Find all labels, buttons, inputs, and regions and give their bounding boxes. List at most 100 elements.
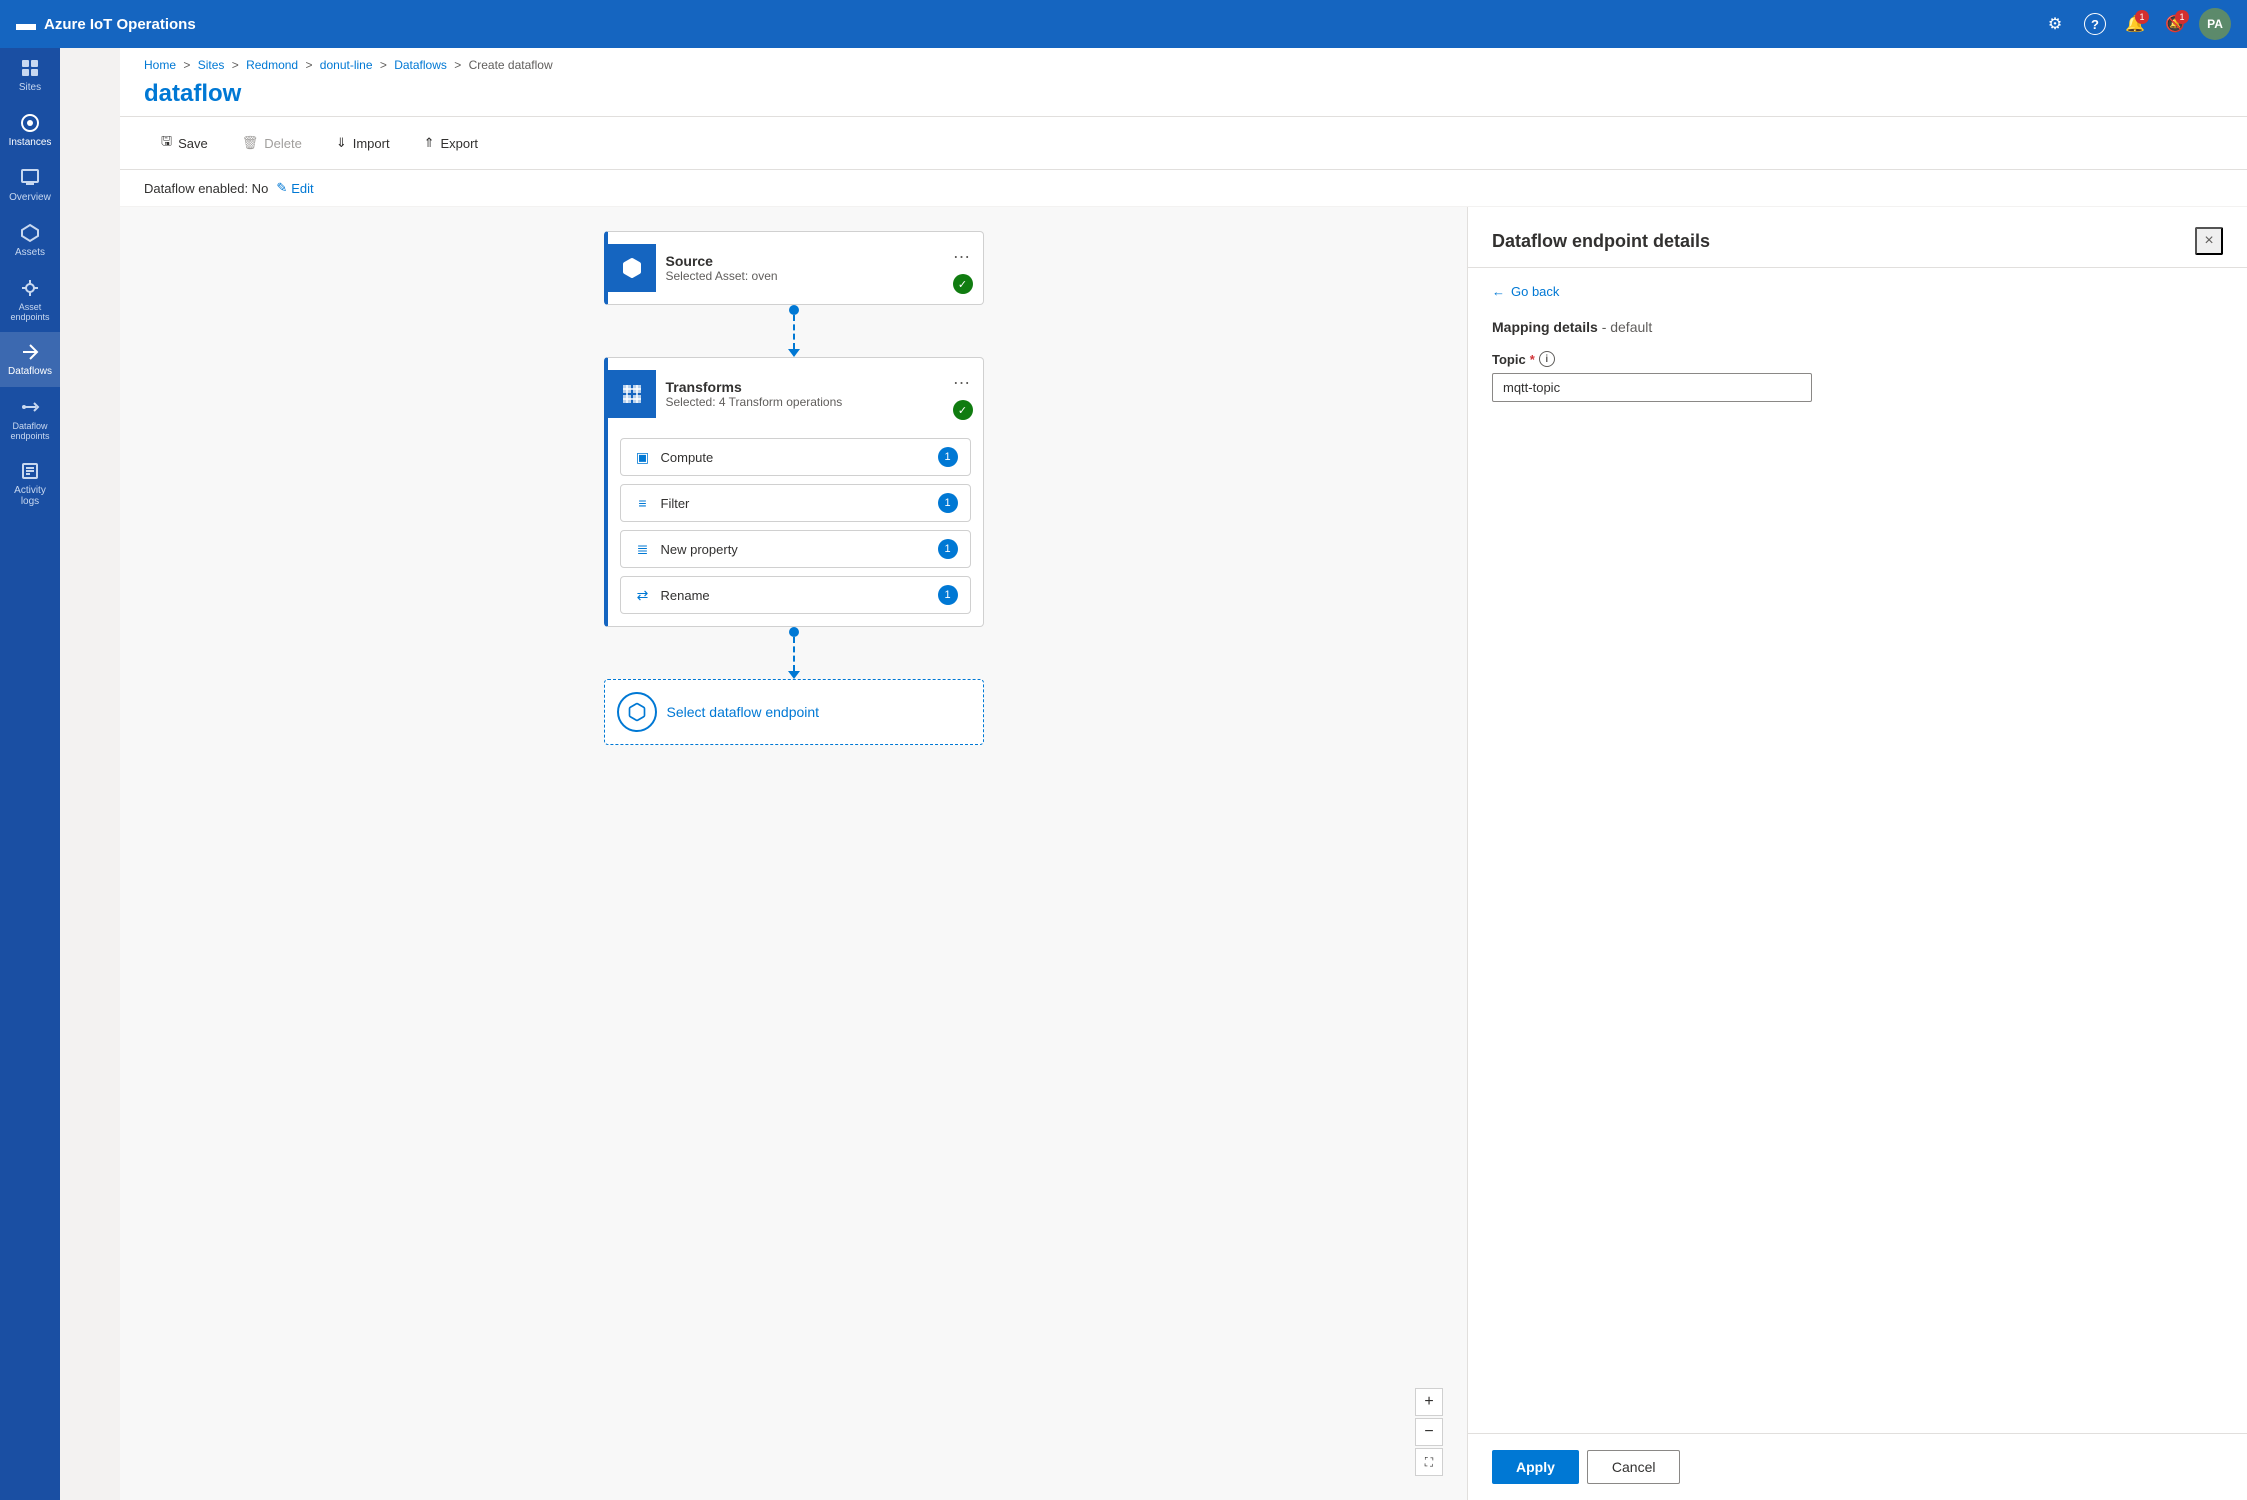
toolbar: 🖫 Save 🗑 Delete ⇓ Import ⇑ Export [120,116,2247,170]
filter-icon: ≡ [633,493,653,513]
transforms-node[interactable]: Transforms Selected: 4 Transform operati… [604,357,984,627]
source-node[interactable]: Source Selected Asset: oven … ✓ [604,231,984,305]
connector-arrow-2 [788,671,800,679]
sites-icon [20,58,40,78]
sidebar-item-activity-logs[interactable]: Activity logs [0,451,60,517]
flow-canvas[interactable]: Source Selected Asset: oven … ✓ [120,207,1467,1500]
connector-1 [788,305,800,357]
assets-icon [20,223,40,243]
transform-item-rename[interactable]: ⇄ Rename 1 [620,576,971,614]
alerts-button[interactable]: 🔕 1 [2159,8,2191,40]
source-node-icon [620,256,644,280]
go-back-label: Go back [1511,284,1559,299]
apply-button[interactable]: Apply [1492,1450,1579,1484]
connector-2 [788,627,800,679]
transforms-node-subtitle: Selected: 4 Transform operations [666,395,843,409]
edit-button[interactable]: ✎ Edit [276,180,313,196]
sidebar-label-dataflows: Dataflows [8,366,52,377]
sidebar-label-instances: Instances [9,137,52,148]
topic-field: Topic * i [1492,351,2223,402]
compute-badge: 1 [938,447,958,467]
endpoint-icon-box [617,692,657,732]
panel-footer: Apply Cancel [1468,1433,2247,1500]
transforms-node-icon [620,382,644,406]
sidebar-item-asset-endpoints[interactable]: Asset endpoints [0,268,60,332]
save-button[interactable]: 🖫 Save [144,125,225,161]
breadcrumb-donut-line[interactable]: donut-line [320,58,373,72]
required-star: * [1530,352,1535,367]
transforms-node-title: Transforms [666,379,843,395]
topic-label: Topic * i [1492,351,2223,367]
sidebar-label-asset-endpoints: Asset endpoints [4,302,56,322]
source-node-text: Source Selected Asset: oven [666,253,778,283]
user-avatar[interactable]: PA [2199,8,2231,40]
breadcrumb-redmond[interactable]: Redmond [246,58,298,72]
app-logo-icon: ▬ [16,13,36,36]
alert-badge: 1 [2175,10,2189,24]
cancel-button[interactable]: Cancel [1587,1450,1681,1484]
transform-items: ▣ Compute 1 ≡ Filter 1 [608,430,983,626]
import-label: Import [353,136,390,151]
transforms-icon-box [608,370,656,418]
new-property-badge: 1 [938,539,958,559]
topic-input[interactable] [1492,373,1812,402]
transforms-node-menu[interactable]: … [953,368,973,389]
overview-icon [20,168,40,188]
sidebar-item-sites[interactable]: Sites [0,48,60,103]
help-button[interactable]: ? [2079,8,2111,40]
app-title: Azure IoT Operations [44,16,196,33]
import-button[interactable]: ⇓ Import [319,128,407,158]
transform-item-filter[interactable]: ≡ Filter 1 [620,484,971,522]
transform-item-new-property[interactable]: ≣ New property 1 [620,530,971,568]
go-back-icon: ← [1492,284,1505,299]
help-icon: ? [2084,13,2106,35]
delete-label: Delete [264,136,302,151]
sidebar-item-instances[interactable]: Instances [0,103,60,158]
compute-label: Compute [661,450,714,465]
settings-button[interactable]: ⚙ [2039,8,2071,40]
connector-dot-1 [789,305,799,315]
breadcrumb-sites[interactable]: Sites [198,58,225,72]
export-button[interactable]: ⇑ Export [407,128,495,158]
rename-icon: ⇄ [633,585,653,605]
go-back-button[interactable]: ← Go back [1492,284,2223,299]
dataflow-endpoints-icon [20,397,40,417]
dataflow-enabled-bar: Dataflow enabled: No ✎ Edit [120,170,2247,207]
zoom-out-button[interactable]: − [1415,1418,1443,1446]
filter-label: Filter [661,496,690,511]
sidebar-item-dataflow-endpoints[interactable]: Dataflow endpoints [0,387,60,451]
sidebar-label-dataflow-endpoints: Dataflow endpoints [4,421,56,441]
flow-nodes: Source Selected Asset: oven … ✓ [604,231,984,745]
delete-button[interactable]: 🗑 Delete [225,128,319,158]
panel-body: ← Go back Mapping details - default Topi… [1468,268,2247,1433]
dataflows-icon [20,342,40,362]
panel-header: Dataflow endpoint details × [1468,207,2247,268]
save-icon: 🖫 [161,132,172,154]
sidebar-item-assets[interactable]: Assets [0,213,60,268]
edit-icon: ✎ [276,180,287,196]
panel-title: Dataflow endpoint details [1492,231,1710,252]
section-title: Mapping details [1492,319,1598,335]
activity-logs-icon [20,461,40,481]
endpoint-node-header: Select dataflow endpoint [605,680,983,744]
breadcrumb-dataflows[interactable]: Dataflows [394,58,447,72]
source-node-menu[interactable]: … [953,242,973,263]
notifications-button[interactable]: 🔔 1 [2119,8,2151,40]
export-label: Export [440,136,478,151]
fit-button[interactable]: ⛶ [1415,1448,1443,1476]
zoom-in-button[interactable]: + [1415,1388,1443,1416]
sidebar-item-overview[interactable]: Overview [0,158,60,213]
sidebar-item-dataflows[interactable]: Dataflows [0,332,60,387]
sidebar-label-overview: Overview [9,192,51,203]
export-icon: ⇑ [424,135,435,151]
transforms-node-header: Transforms Selected: 4 Transform operati… [608,358,983,430]
endpoint-node[interactable]: Select dataflow endpoint [604,679,984,745]
topic-info-icon[interactable]: i [1539,351,1555,367]
connector-line-1 [793,315,795,349]
connector-dot-2 [789,627,799,637]
breadcrumb-home[interactable]: Home [144,58,176,72]
section-subtitle: - default [1602,319,1653,335]
transform-item-compute[interactable]: ▣ Compute 1 [620,438,971,476]
panel-close-button[interactable]: × [2195,227,2223,255]
source-icon-box [608,244,656,292]
